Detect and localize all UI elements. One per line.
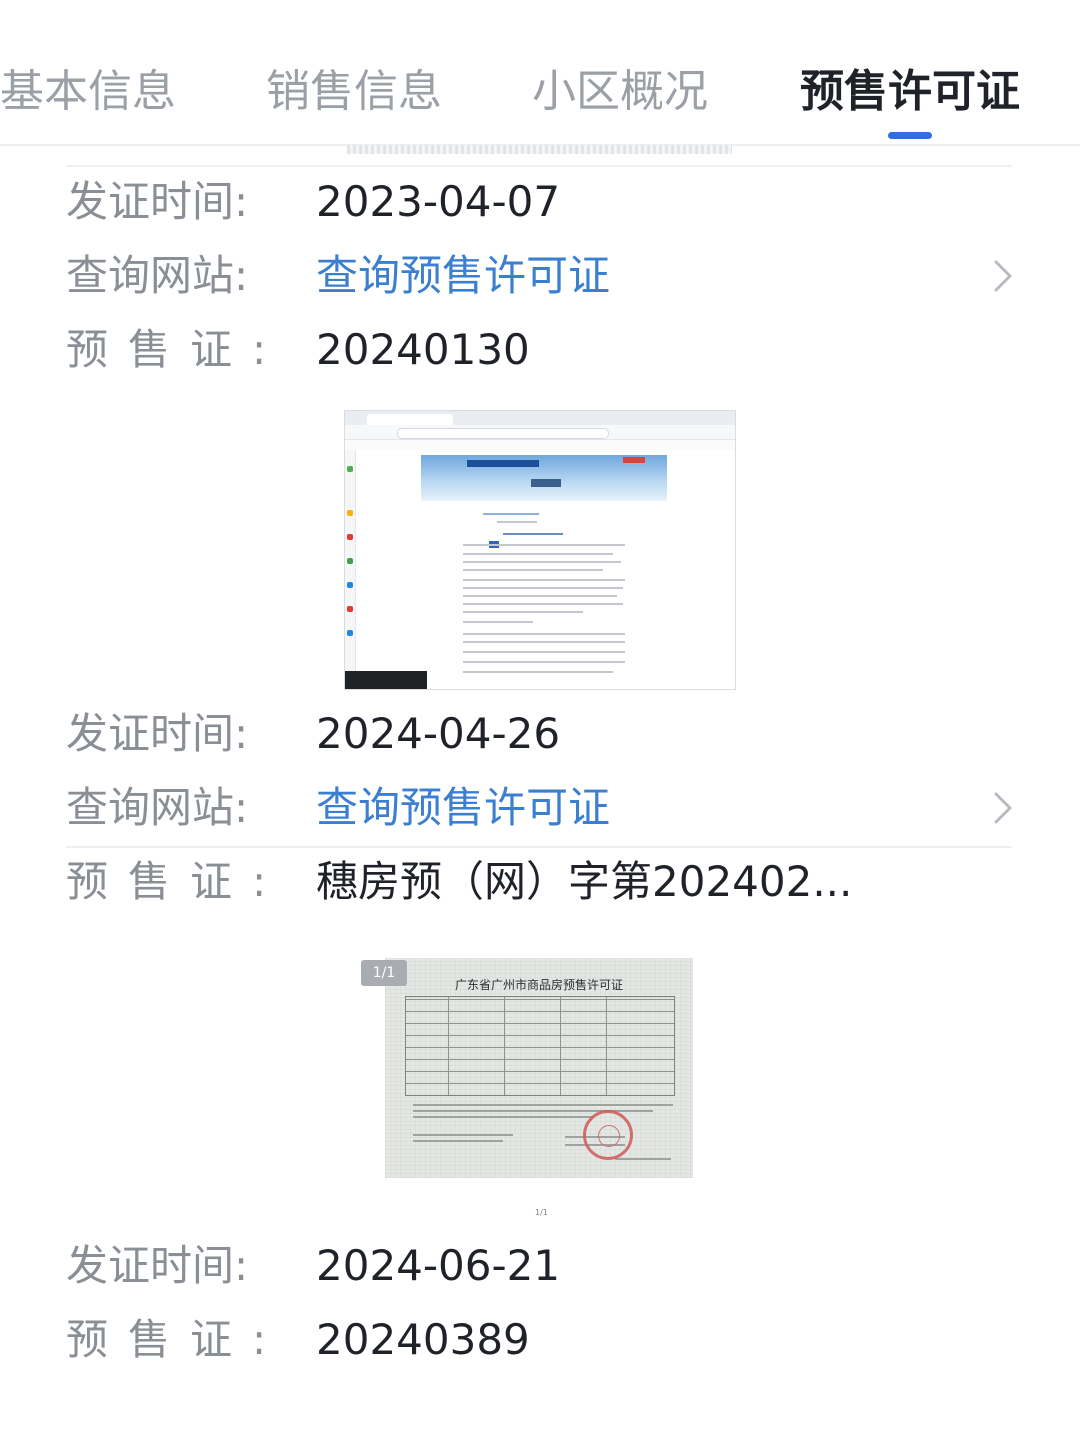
browser-bookmarks-bar (345, 440, 735, 450)
side-app-icon (347, 606, 353, 612)
permit-2-query-site-row[interactable]: 查询网站: 查询预售许可证 (0, 776, 1080, 840)
tab-basic-info[interactable]: 基本信息 (0, 62, 176, 122)
certificate-title: 广东省广州市商品房预售许可证 (454, 978, 623, 992)
permit-number-value: 穗房预（网）字第202402... (316, 857, 853, 906)
issue-date-value: 2024-06-21 (316, 1241, 561, 1290)
active-tab-indicator (888, 132, 932, 139)
permit-3-issue-date-row: 发证时间: 2024-06-21 (0, 1234, 1080, 1298)
certificate-text-line (413, 1116, 593, 1118)
side-app-icon (347, 630, 353, 636)
browser-side-panel (345, 450, 356, 689)
browser-tab (367, 414, 453, 425)
certificate-text-line (413, 1140, 503, 1142)
image-page-mark: 1/1 (535, 1208, 548, 1217)
issue-date-value: 2023-04-07 (316, 177, 561, 226)
side-app-icon (347, 582, 353, 588)
tab-presale-permit[interactable]: 预售许可证 (800, 62, 1020, 122)
chevron-right-icon[interactable] (984, 258, 1020, 294)
permit-number-value: 20240389 (316, 1315, 530, 1364)
site-banner-title (467, 460, 539, 467)
permit-1-website-screenshot[interactable] (344, 410, 736, 690)
permit-number-value: 20240130 (316, 325, 530, 374)
issue-date-label: 发证时间: (66, 709, 249, 758)
tab-bar: 基本信息 销售信息 小区概况 预售许可证 (0, 0, 1080, 146)
presale-permit-certificate-image[interactable]: 广东省广州市商品房预售许可证 (385, 958, 693, 1178)
image-page-badge: 1/1 (361, 960, 407, 986)
divider (66, 846, 1012, 848)
site-banner-subtitle (531, 479, 561, 487)
certificate-text-line (413, 1104, 673, 1106)
site-red-button (623, 457, 645, 463)
query-site-label: 查询网站: (66, 251, 249, 300)
certificate-table (405, 996, 675, 1096)
screen-recorder-bar (345, 671, 427, 689)
side-app-icon (347, 534, 353, 540)
scroll-fade-strip (347, 145, 732, 154)
permit-3-permit-row: 预售证: 20240389 (0, 1308, 1080, 1372)
permit-2-issue-date-row: 发证时间: 2024-04-26 (0, 702, 1080, 766)
query-permit-link[interactable]: 查询预售许可证 (316, 244, 610, 308)
issue-date-label: 发证时间: (66, 177, 249, 226)
side-app-icon (347, 466, 353, 472)
permit-2-permit-row: 预售证: 穗房预（网）字第202402... (0, 850, 1080, 914)
permit-1-query-site-row[interactable]: 查询网站: 查询预售许可证 (0, 244, 1080, 308)
side-app-icon (347, 558, 353, 564)
query-permit-link[interactable]: 查询预售许可证 (316, 776, 610, 840)
tab-community-overview[interactable]: 小区概况 (532, 62, 708, 122)
permit-label: 预售证: (66, 325, 287, 374)
side-app-icon (347, 510, 353, 516)
chevron-right-icon[interactable] (984, 790, 1020, 826)
divider (66, 165, 1012, 167)
permit-1-permit-row: 预售证: 20240130 (0, 318, 1080, 382)
permit-label: 预售证: (66, 857, 287, 906)
issue-date-value: 2024-04-26 (316, 709, 561, 758)
certificate-text-line (413, 1134, 513, 1136)
site-content (463, 507, 625, 683)
query-site-label: 查询网站: (66, 783, 249, 832)
tab-sales-info[interactable]: 销售信息 (266, 62, 442, 122)
permit-label: 预售证: (66, 1315, 287, 1364)
issue-date-label: 发证时间: (66, 1241, 249, 1290)
permit-1-issue-date-row: 发证时间: 2023-04-07 (0, 170, 1080, 234)
certificate-text-line (615, 1158, 671, 1160)
browser-url-field (397, 428, 609, 439)
official-seal-icon (583, 1110, 633, 1160)
